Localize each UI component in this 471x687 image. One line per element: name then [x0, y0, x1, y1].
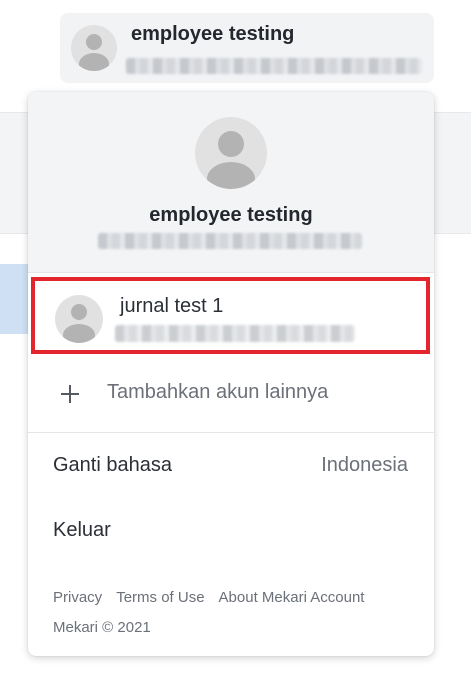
- add-account-button[interactable]: Tambahkan akun lainnya: [28, 362, 434, 432]
- plus-icon: [61, 385, 79, 403]
- change-language-item[interactable]: Ganti bahasa Indonesia: [28, 442, 434, 492]
- change-language-label: Ganti bahasa: [53, 454, 172, 476]
- header-user-name: employee testing: [131, 23, 295, 45]
- current-user-header: employee testing: [28, 92, 434, 273]
- avatar-icon: [195, 117, 267, 189]
- divider: [28, 432, 434, 433]
- current-user-email-redacted: [98, 233, 362, 249]
- account-switcher-button[interactable]: employee testing: [60, 13, 434, 83]
- account-item-jurnal-test-1[interactable]: jurnal test 1: [31, 277, 430, 354]
- logout-item[interactable]: Keluar: [28, 507, 434, 557]
- background-selected-strip: [0, 264, 28, 334]
- about-mekari-account-link[interactable]: About Mekari Account: [219, 589, 365, 606]
- avatar-icon: [55, 295, 103, 343]
- logout-label: Keluar: [53, 519, 111, 541]
- account-item-email-redacted: [115, 325, 355, 342]
- account-dropdown-panel: employee testing jurnal test 1 Tambahkan…: [28, 92, 434, 656]
- avatar-icon: [71, 25, 117, 71]
- add-account-label: Tambahkan akun lainnya: [107, 381, 329, 403]
- current-language-value: Indonesia: [321, 454, 408, 476]
- account-item-name: jurnal test 1: [120, 295, 224, 317]
- privacy-link[interactable]: Privacy: [53, 589, 102, 606]
- terms-of-use-link[interactable]: Terms of Use: [116, 589, 204, 606]
- footer-links: Privacy Terms of Use About Mekari Account: [53, 589, 378, 606]
- header-user-email-redacted: [126, 58, 422, 74]
- current-user-name: employee testing: [149, 204, 313, 226]
- copyright-text: Mekari © 2021: [53, 619, 151, 636]
